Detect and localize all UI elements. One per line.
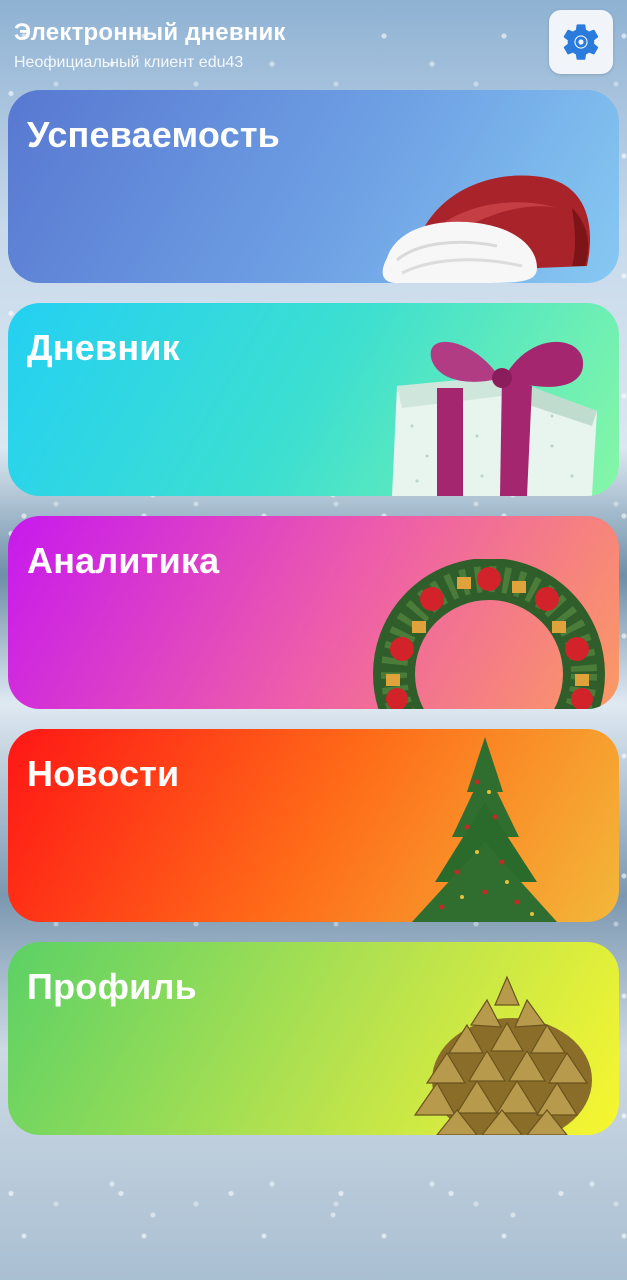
- christmas-tree-icon: [412, 737, 557, 922]
- card-label: Новости: [27, 753, 180, 794]
- christmas-wreath-icon: [373, 559, 605, 709]
- card-label: Дневник: [27, 327, 180, 368]
- santa-hat-icon: [382, 175, 591, 283]
- card-analytics[interactable]: Аналитика: [8, 516, 619, 709]
- app-header: Электронный дневник Неофициальный клиент…: [14, 18, 534, 74]
- card-profile[interactable]: Профиль: [8, 942, 619, 1135]
- card-label: Успеваемость: [27, 114, 280, 155]
- card-performance[interactable]: Успеваемость: [8, 90, 619, 283]
- card-news[interactable]: Новости: [8, 729, 619, 922]
- app-title: Электронный дневник: [14, 19, 286, 46]
- card-label: Профиль: [27, 966, 197, 1007]
- card-diary[interactable]: Дневник: [8, 303, 619, 496]
- settings-button[interactable]: [549, 10, 613, 74]
- gift-box-icon: [392, 341, 597, 496]
- card-label: Аналитика: [27, 540, 220, 581]
- pine-cone-icon: [413, 975, 592, 1135]
- gear-icon: [563, 24, 599, 60]
- app-subtitle: Неофициальный клиент edu43: [14, 54, 244, 71]
